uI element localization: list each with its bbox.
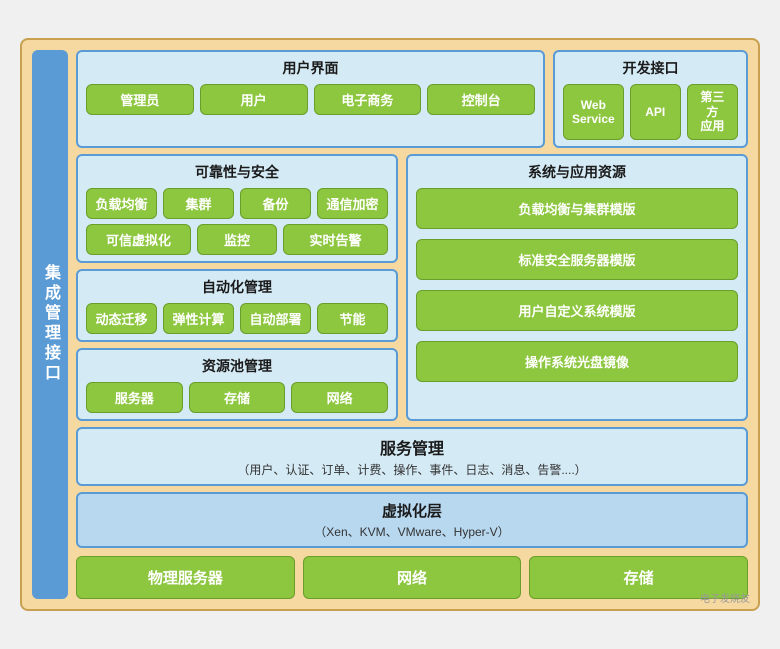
user-interface-section: 用户界面 管理员 用户 电子商务 控制台	[76, 50, 545, 147]
btn-network-bottom[interactable]: 网络	[303, 556, 522, 599]
service-manage-title: 服务管理	[88, 435, 736, 459]
resource-pool-buttons: 服务器 存储 网络	[86, 382, 388, 413]
virtualization-section: 虚拟化层 （Xen、KVM、VMware、Hyper-V）	[76, 492, 748, 548]
service-manage-sub: （用户、认证、订单、计费、操作、事件、日志、消息、告警....）	[88, 461, 736, 478]
auto-manage-buttons: 动态迁移 弹性计算 自动部署 节能	[86, 303, 388, 334]
reliability-section: 可靠性与安全 负载均衡 集群 备份 通信加密 可信虚拟化 监控	[76, 154, 398, 263]
btn-console[interactable]: 控制台	[427, 84, 535, 115]
dev-interface-buttons: WebService API 第三方应用	[563, 84, 738, 139]
btn-storage[interactable]: 存储	[189, 382, 286, 413]
btn-physical-server[interactable]: 物理服务器	[76, 556, 295, 599]
bottom-row: 物理服务器 网络 存储	[76, 556, 748, 599]
service-manage-section: 服务管理 （用户、认证、订单、计费、操作、事件、日志、消息、告警....）	[76, 427, 748, 486]
btn-lb-cluster-tpl[interactable]: 负载均衡与集群模版	[416, 188, 738, 229]
btn-ecommerce[interactable]: 电子商务	[314, 84, 422, 115]
btn-cluster[interactable]: 集群	[163, 188, 234, 219]
btn-api[interactable]: API	[630, 84, 681, 139]
auto-manage-section: 自动化管理 动态迁移 弹性计算 自动部署 节能	[76, 269, 398, 342]
btn-thirdparty[interactable]: 第三方应用	[687, 84, 738, 139]
btn-comm-encrypt[interactable]: 通信加密	[317, 188, 388, 219]
left-label: 集成管理接口	[32, 50, 68, 598]
btn-user[interactable]: 用户	[200, 84, 308, 115]
auto-manage-title: 自动化管理	[86, 277, 388, 297]
btn-trusted-virt[interactable]: 可信虚拟化	[86, 224, 191, 255]
btn-auto-deploy[interactable]: 自动部署	[240, 303, 311, 334]
reliability-title: 可靠性与安全	[86, 162, 388, 182]
dev-interface-section: 开发接口 WebService API 第三方应用	[553, 50, 748, 147]
resource-pool-section: 资源池管理 服务器 存储 网络	[76, 348, 398, 421]
virtualization-sub: （Xen、KVM、VMware、Hyper-V）	[88, 523, 736, 540]
dev-interface-title: 开发接口	[563, 58, 738, 78]
user-interface-title: 用户界面	[86, 58, 535, 78]
btn-realtime-alert[interactable]: 实时告警	[283, 224, 388, 255]
btn-network[interactable]: 网络	[291, 382, 388, 413]
reliability-row1: 负载均衡 集群 备份 通信加密	[86, 188, 388, 219]
sys-resources-title: 系统与应用资源	[416, 162, 738, 182]
main-diagram: 集成管理接口 用户界面 管理员 用户 电子商务 控制台 开发接口	[20, 38, 760, 610]
reliability-rows: 负载均衡 集群 备份 通信加密 可信虚拟化 监控 实时告警	[86, 188, 388, 255]
reliability-row2: 可信虚拟化 监控 实时告警	[86, 224, 388, 255]
virtualization-title: 虚拟化层	[88, 500, 736, 521]
btn-energy-save[interactable]: 节能	[317, 303, 388, 334]
sys-resources-section: 系统与应用资源 负载均衡与集群模版 标准安全服务器模版 用户自定义系统模版 操作…	[406, 154, 748, 421]
watermark: 电子发烧友	[700, 590, 750, 605]
btn-backup[interactable]: 备份	[240, 188, 311, 219]
btn-server[interactable]: 服务器	[86, 382, 183, 413]
btn-monitor[interactable]: 监控	[197, 224, 277, 255]
btn-elastic-compute[interactable]: 弹性计算	[163, 303, 234, 334]
btn-custom-sys-tpl[interactable]: 用户自定义系统模版	[416, 290, 738, 331]
btn-os-iso[interactable]: 操作系统光盘镜像	[416, 341, 738, 382]
btn-dynamic-migrate[interactable]: 动态迁移	[86, 303, 157, 334]
btn-load-balance[interactable]: 负载均衡	[86, 188, 157, 219]
sys-resources-buttons: 负载均衡与集群模版 标准安全服务器模版 用户自定义系统模版 操作系统光盘镜像	[416, 188, 738, 413]
btn-sec-server-tpl[interactable]: 标准安全服务器模版	[416, 239, 738, 280]
btn-web-service[interactable]: WebService	[563, 84, 624, 139]
resource-pool-title: 资源池管理	[86, 356, 388, 376]
user-interface-buttons: 管理员 用户 电子商务 控制台	[86, 84, 535, 115]
btn-admin[interactable]: 管理员	[86, 84, 194, 115]
